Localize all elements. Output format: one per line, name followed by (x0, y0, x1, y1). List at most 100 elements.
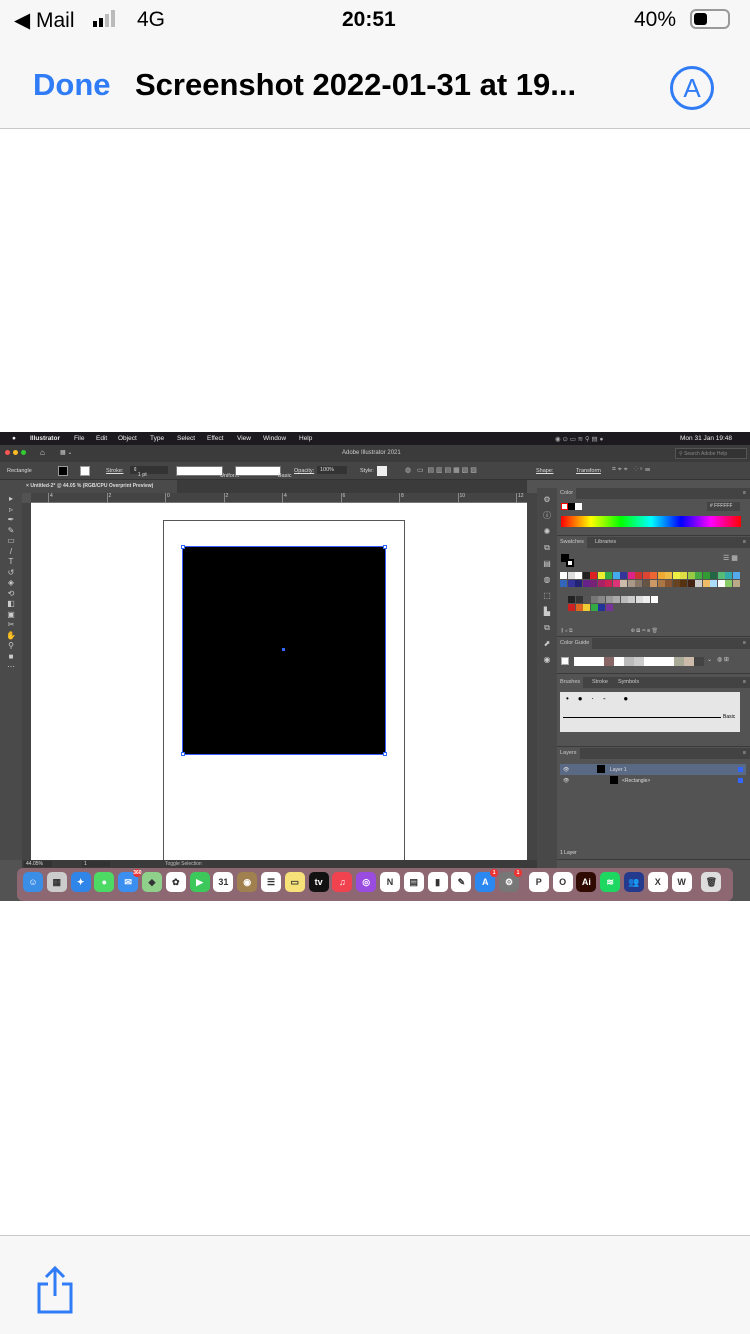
stroke-weight-input[interactable]: ⇕ 1 pt (130, 466, 168, 478)
vertical-ruler[interactable] (22, 503, 31, 860)
color-swatch[interactable] (710, 580, 717, 587)
vertical-scrollbar[interactable] (527, 493, 537, 860)
guide-color[interactable] (674, 657, 684, 666)
color-swatch[interactable] (725, 580, 732, 587)
layer-name[interactable]: Layer 1 (610, 767, 627, 773)
color-swatch[interactable] (635, 572, 642, 579)
share-icon[interactable] (36, 1266, 74, 1314)
color-swatch[interactable] (598, 604, 605, 611)
object-name[interactable]: <Rectangle> (622, 778, 650, 784)
keynote-dock-icon[interactable]: ▤ (403, 872, 424, 892)
color-swatch[interactable] (598, 596, 605, 603)
menu-type[interactable]: Type (150, 435, 164, 442)
selection-handle[interactable] (383, 545, 387, 549)
color-swatch[interactable] (560, 572, 567, 579)
harmony-strip[interactable] (574, 657, 704, 666)
color-swatch[interactable] (597, 580, 605, 587)
color-swatch[interactable] (657, 572, 665, 579)
color-swatch[interactable] (605, 596, 613, 603)
menu-effect[interactable]: Effect (207, 435, 224, 442)
launchpad-dock-icon[interactable]: ▦ (46, 872, 67, 892)
color-swatch[interactable] (628, 596, 635, 603)
color-swatch[interactable] (620, 596, 628, 603)
harmony-dropdown[interactable]: ⌄ ◍ ⊞ (707, 656, 729, 663)
menu-view[interactable]: View (237, 435, 251, 442)
color-swatch[interactable] (672, 580, 680, 587)
stroke-indicator[interactable] (566, 559, 574, 567)
menu-object[interactable]: Object (118, 435, 137, 442)
none-swatch[interactable] (561, 503, 568, 510)
layer-selection-indicator[interactable] (738, 767, 743, 772)
visibility-eye-icon[interactable]: 👁 (563, 778, 569, 784)
tab-swatches[interactable]: Swatches (557, 537, 587, 548)
spotify-dock-icon[interactable]: ≋ (600, 872, 621, 892)
pages-dock-icon[interactable]: ✎ (451, 872, 472, 892)
panel-menu-icon[interactable]: ≡ (743, 490, 746, 496)
color-swatch[interactable] (687, 580, 695, 587)
color-guide-tab[interactable]: Color Guide (557, 638, 593, 649)
powerpoint-dock-icon[interactable]: P (528, 872, 549, 892)
tv-dock-icon[interactable]: tv (308, 872, 329, 892)
guide-color[interactable] (604, 657, 614, 666)
guide-color[interactable] (644, 657, 654, 666)
color-swatch[interactable] (642, 572, 650, 579)
guide-color[interactable] (694, 657, 704, 666)
color-swatch[interactable] (702, 580, 710, 587)
facetime-dock-icon[interactable]: ▶ (189, 872, 210, 892)
color-swatch[interactable] (627, 580, 635, 587)
color-swatch[interactable] (612, 580, 620, 587)
selection-handle[interactable] (181, 752, 185, 756)
back-to-mail[interactable]: ◀ Mail (14, 8, 75, 33)
transform-icons[interactable]: ⌗ ⌖ ⌖ ⁘ ▹ ☰ (612, 466, 650, 474)
black-swatch[interactable] (568, 503, 575, 510)
color-spectrum[interactable] (561, 516, 741, 527)
color-swatch[interactable] (590, 596, 598, 603)
podcasts-dock-icon[interactable]: ◎ (356, 872, 377, 892)
photos-dock-icon[interactable]: ✿ (165, 872, 186, 892)
panel-menu-icon[interactable]: ≡ (743, 679, 746, 685)
color-swatch[interactable] (567, 572, 575, 579)
brush-definition[interactable]: Basic (235, 466, 291, 479)
guide-color[interactable] (634, 657, 644, 666)
mail-dock-icon[interactable]: ✉ 360 (118, 869, 142, 892)
panel-menu-icon[interactable]: ≡ (743, 640, 746, 646)
minimize-window-button[interactable] (13, 450, 18, 455)
color-swatch[interactable] (582, 572, 590, 579)
shape-label[interactable]: Shape: (536, 468, 553, 474)
color-swatch[interactable] (643, 596, 650, 603)
tool-icons[interactable]: ▸ ▹ ✒ ✎ ▭ / T ↺ ◈ ⟲ ◧ ▣ ✂ ✋ ⚲ ■ ⋯ (0, 480, 22, 673)
close-window-button[interactable] (5, 450, 10, 455)
brush-library[interactable]: • ● · - ● Basic (560, 692, 740, 732)
menu-select[interactable]: Select (177, 435, 195, 442)
color-swatch[interactable] (717, 580, 725, 587)
illustrator-dock-icon[interactable]: Ai (576, 872, 597, 892)
zoom-level-select[interactable]: 44.05% (24, 861, 52, 867)
done-button[interactable]: Done (33, 67, 111, 103)
hex-input[interactable]: # FFFFFF (707, 502, 740, 511)
tab-brushes[interactable]: Brushes (557, 677, 584, 688)
tab-stroke[interactable]: Stroke (592, 679, 608, 685)
color-swatch[interactable] (650, 596, 658, 603)
color-swatch[interactable] (665, 580, 672, 587)
color-swatch[interactable] (590, 604, 598, 611)
finder-dock-icon[interactable]: ☺ (23, 872, 43, 892)
panel-icon-strip[interactable]: ⚙ ⓘ ✺ ⧉ ▤ ◍ ⬚ ▙ ⧉ ⬈ ◉ (537, 488, 557, 868)
color-swatch[interactable] (620, 572, 627, 579)
color-swatch[interactable] (695, 572, 702, 579)
artboard-navigator[interactable]: 1 (82, 861, 110, 867)
news-dock-icon[interactable]: N (380, 872, 400, 892)
transform-button[interactable]: Transform (576, 468, 601, 474)
fill-swatch[interactable] (58, 466, 68, 476)
word-dock-icon[interactable]: W (671, 872, 692, 892)
color-swatch[interactable] (635, 580, 642, 587)
menu-edit[interactable]: Edit (96, 435, 107, 442)
swatches-footer-icons[interactable]: ⫼ ⋖ ⧉ ◍ ▤ ▭ ⊞ 🗑 (561, 628, 658, 634)
color-swatch[interactable] (687, 572, 695, 579)
guide-color[interactable] (594, 657, 604, 666)
search-help-input[interactable]: ⚲ Search Adobe Help (675, 448, 747, 459)
guide-color[interactable] (654, 657, 664, 666)
document-tab[interactable]: × Untitled-2* @ 44.05 % (RGB/CPU Overpri… (22, 480, 177, 493)
tab-symbols[interactable]: Symbols (618, 679, 639, 685)
color-swatch[interactable] (568, 604, 575, 611)
color-swatch[interactable] (710, 572, 717, 579)
